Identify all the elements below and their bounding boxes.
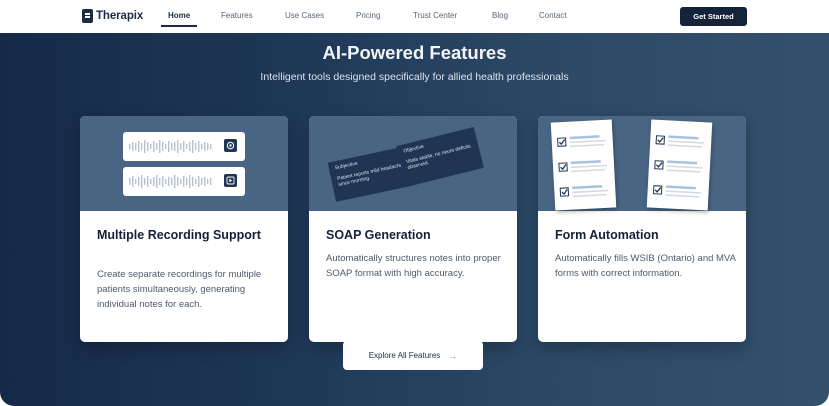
recording-panel (123, 132, 245, 161)
brand-name: Therapix (96, 10, 144, 22)
page: Therapix Home Features Use Cases Pricing… (0, 0, 829, 406)
soap-illustration: Subjective Patient reports mild headache… (309, 116, 517, 211)
explore-all-features-button[interactable]: Explore All Features → (343, 341, 483, 370)
checkbox-icon (557, 137, 570, 197)
play-icon[interactable] (224, 174, 237, 187)
soap-note-objective: Objective Vitals stable, no neuro defici… (396, 126, 484, 188)
nav-link-pricing[interactable]: Pricing (356, 11, 380, 20)
features-section: AI-Powered Features Intelligent tools de… (0, 33, 829, 406)
waveform-icon (129, 175, 212, 188)
arrow-right-icon: → (448, 350, 458, 361)
nav-link-use-cases[interactable]: Use Cases (285, 11, 324, 20)
nav-link-contact[interactable]: Contact (539, 11, 567, 20)
card-title: SOAP Generation (326, 228, 431, 242)
nav-link-blog[interactable]: Blog (492, 11, 508, 20)
card-description: Create separate recordings for multiple … (97, 269, 262, 310)
nav-link-features[interactable]: Features (221, 11, 253, 20)
section-subtitle: Intelligent tools designed specifically … (260, 71, 569, 83)
explore-button-label: Explore All Features (368, 351, 441, 360)
record-icon[interactable] (224, 139, 237, 152)
get-started-button[interactable]: Get Started (680, 7, 747, 26)
card-description: Automatically fills WSIB (Ontario) and M… (555, 253, 736, 279)
feature-card-soap[interactable]: Subjective Patient reports mild headache… (309, 116, 517, 342)
recording-panel (123, 167, 245, 196)
top-nav: Therapix Home Features Use Cases Pricing… (0, 0, 829, 33)
form-sheet (646, 119, 713, 211)
form-sheet (550, 119, 617, 211)
active-nav-indicator (161, 25, 197, 27)
checkbox-icon (652, 135, 666, 195)
card-title: Form Automation (555, 228, 659, 242)
logo[interactable]: Therapix (82, 8, 143, 24)
section-title: AI-Powered Features (322, 42, 507, 63)
nav-link-home[interactable]: Home (168, 11, 190, 20)
recording-illustration (80, 116, 288, 211)
waveform-icon (129, 140, 212, 153)
card-description: Automatically structures notes into prop… (326, 253, 501, 279)
logo-icon (82, 9, 93, 23)
nav-link-trust-center[interactable]: Trust Center (413, 11, 457, 20)
card-title: Multiple Recording Support (97, 228, 261, 242)
feature-card-recording[interactable]: Multiple Recording Support Create separa… (80, 116, 288, 342)
forms-illustration (538, 116, 746, 211)
feature-card-forms[interactable]: Form Automation Automatically fills WSIB… (538, 116, 746, 342)
